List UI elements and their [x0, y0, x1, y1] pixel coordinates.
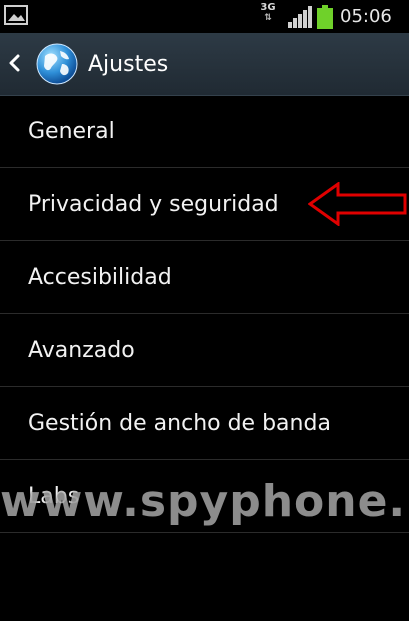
network-type-indicator: 3G ⇅	[258, 3, 278, 29]
battery-icon	[317, 5, 333, 29]
chevron-left-icon[interactable]	[7, 53, 23, 73]
settings-item-label: Privacidad y seguridad	[28, 192, 279, 217]
image-icon	[4, 5, 28, 25]
page-title: Ajustes	[88, 52, 169, 77]
settings-item-accessibility[interactable]: Accesibilidad	[0, 241, 409, 314]
settings-item-label: General	[28, 119, 115, 144]
settings-list: General Privacidad y seguridad Accesibil…	[0, 95, 409, 533]
settings-item-advanced[interactable]: Avanzado	[0, 314, 409, 387]
settings-item-label: Avanzado	[28, 338, 135, 363]
signal-bars-icon	[288, 6, 312, 28]
globe-icon[interactable]	[35, 42, 79, 86]
red-arrow-annotation	[308, 182, 407, 226]
data-activity-icon: ⇅	[264, 13, 272, 23]
settings-item-general[interactable]: General	[0, 95, 409, 168]
settings-item-bandwidth[interactable]: Gestión de ancho de banda	[0, 387, 409, 460]
status-bar: 3G ⇅ 05:06	[0, 0, 409, 33]
network-type-label: 3G	[260, 2, 276, 13]
settings-item-label: Accesibilidad	[28, 265, 172, 290]
action-bar: Ajustes	[0, 33, 409, 96]
screen: 3G ⇅ 05:06 Ajustes General Privacidad y …	[0, 0, 409, 621]
settings-item-label: Gestión de ancho de banda	[28, 411, 331, 436]
status-clock: 05:06	[340, 6, 392, 27]
watermark: www.spyphone.me	[0, 476, 409, 527]
